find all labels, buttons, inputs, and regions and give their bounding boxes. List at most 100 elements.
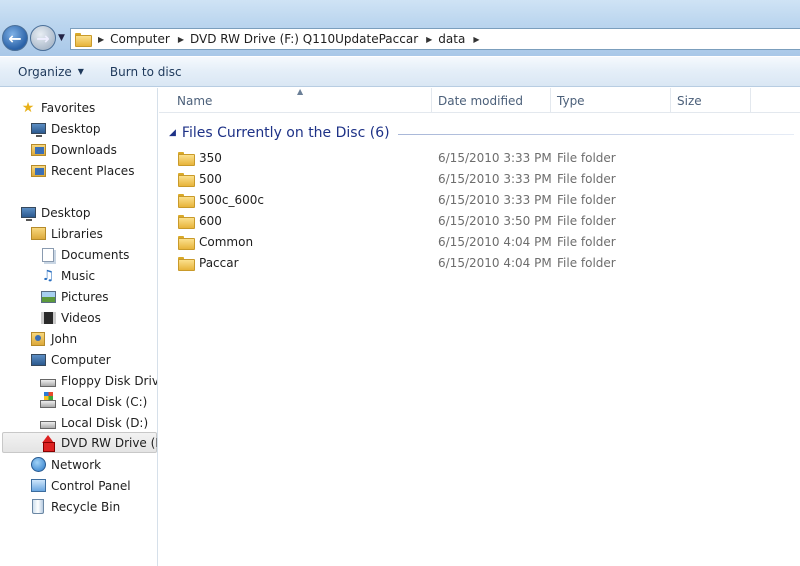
nav-label: Floppy Disk Drive ( (61, 373, 157, 388)
file-type: File folder (557, 213, 616, 228)
film-strip-icon (40, 311, 56, 324)
file-name: 500 (199, 171, 222, 186)
recent-pages-dropdown-icon[interactable]: ▼ (58, 33, 65, 43)
libraries-icon (30, 227, 46, 240)
nav-favorites-desktop[interactable]: Desktop (30, 118, 101, 139)
nav-label: Videos (61, 310, 101, 325)
collapse-arrow-icon[interactable]: ◢ (169, 128, 176, 138)
column-header-name[interactable]: Name (171, 88, 432, 113)
chevron-right-icon[interactable]: ▶ (178, 35, 184, 44)
file-row[interactable]: Common 6/15/2010 4:04 PM File folder (159, 231, 800, 252)
nav-local-disk-d[interactable]: Local Disk (D:) (40, 412, 148, 433)
nav-favorites[interactable]: ★ Favorites (20, 97, 96, 118)
folder-icon (178, 172, 195, 187)
back-arrow-icon: ← (8, 28, 22, 48)
nav-label: Desktop (51, 121, 101, 136)
folder-icon (75, 33, 92, 47)
nav-label: Network (51, 457, 102, 472)
nav-control-panel[interactable]: Control Panel (30, 475, 131, 496)
recycle-bin-icon (32, 499, 44, 514)
file-date: 6/15/2010 3:33 PM (438, 192, 552, 207)
organize-button[interactable]: Organize ▼ (10, 65, 92, 79)
file-name: Common (199, 234, 254, 249)
file-name: Paccar (199, 255, 239, 270)
folder-icon (178, 235, 195, 250)
chevron-right-icon[interactable]: ▶ (98, 35, 104, 44)
column-label: Type (557, 93, 585, 108)
file-row[interactable]: 600 6/15/2010 3:50 PM File folder (159, 210, 800, 231)
nav-label: DVD RW Drive (F:) (61, 435, 157, 450)
column-header-type[interactable]: Type (551, 88, 671, 113)
desktop-icon (30, 123, 46, 137)
windows-drive-icon (40, 391, 56, 408)
file-row[interactable]: 350 6/15/2010 3:33 PM File folder (159, 147, 800, 168)
nav-recycle-bin[interactable]: Recycle Bin (30, 496, 120, 517)
file-row[interactable]: 500c_600c 6/15/2010 3:33 PM File folder (159, 189, 800, 210)
nav-label: Recycle Bin (51, 499, 121, 514)
network-globe-icon (30, 457, 46, 472)
file-list-pane[interactable]: ▲ Name Date modified Type Size ◢ Files C… (159, 87, 800, 566)
forward-button[interactable]: → (30, 25, 56, 51)
chevron-right-icon[interactable]: ▶ (426, 35, 432, 44)
nav-pictures[interactable]: Pictures (40, 286, 109, 307)
group-header[interactable]: ◢ Files Currently on the Disc (6) (169, 123, 794, 143)
documents-icon (42, 247, 54, 262)
floppy-drive-icon (40, 378, 56, 387)
nav-computer[interactable]: Computer (30, 349, 111, 370)
file-date: 6/15/2010 3:33 PM (438, 171, 552, 186)
navigation-pane[interactable]: ★ Favorites Desktop Downloads Recent Pla… (0, 88, 158, 566)
column-label: Size (677, 93, 702, 108)
star-icon: ★ (21, 99, 35, 116)
forward-arrow-icon: → (36, 28, 50, 48)
group-title: Files Currently on the Disc (6) (181, 125, 390, 141)
recent-places-icon (30, 164, 46, 177)
nav-recent-places[interactable]: Recent Places (30, 160, 134, 181)
pictures-icon (40, 290, 56, 303)
nav-john[interactable]: John (30, 328, 77, 349)
chevron-down-icon: ▼ (77, 67, 84, 76)
nav-local-disk-c[interactable]: Local Disk (C:) (40, 391, 147, 412)
nav-label: Local Disk (C:) (61, 394, 148, 409)
file-date: 6/15/2010 4:04 PM (438, 234, 552, 249)
file-row[interactable]: Paccar 6/15/2010 4:04 PM File folder (159, 252, 800, 273)
file-row[interactable]: 500 6/15/2010 3:33 PM File folder (159, 168, 800, 189)
file-type: File folder (557, 171, 616, 186)
nav-music[interactable]: ♫ Music (40, 265, 95, 286)
nav-label: Local Disk (D:) (61, 415, 149, 430)
command-bar: Organize ▼ Burn to disc (0, 57, 800, 87)
nav-desktop[interactable]: Desktop (20, 202, 91, 223)
breadcrumb-computer[interactable]: Computer (110, 32, 170, 46)
column-headers: ▲ Name Date modified Type Size (159, 87, 800, 113)
chevron-right-icon[interactable]: ▶ (473, 35, 479, 44)
folder-icon (178, 214, 195, 229)
file-name: 600 (199, 213, 222, 228)
column-header-size[interactable]: Size (671, 88, 751, 113)
user-folder-icon (31, 331, 45, 346)
nav-dvd-drive[interactable]: DVD RW Drive (F:) (2, 432, 157, 453)
nav-documents[interactable]: Documents (40, 244, 129, 265)
column-header-date-modified[interactable]: Date modified (432, 88, 551, 113)
burn-to-disc-button[interactable]: Burn to disc (102, 65, 190, 79)
nav-downloads[interactable]: Downloads (30, 139, 117, 160)
nav-label: Music (61, 268, 96, 283)
nav-floppy-drive[interactable]: Floppy Disk Drive ( (40, 370, 157, 391)
nav-label: Documents (61, 247, 130, 262)
column-label: Name (177, 93, 213, 108)
column-label: Date modified (438, 93, 524, 108)
address-bar[interactable]: ▶ Computer ▶ DVD RW Drive (F:) Q110Updat… (70, 28, 800, 50)
dvd-drive-icon (40, 434, 56, 452)
computer-icon (30, 353, 46, 366)
title-bar: ← → ▼ ▶ Computer ▶ DVD RW Drive (F:) Q11… (0, 0, 800, 56)
folder-icon (178, 193, 195, 208)
nav-videos[interactable]: Videos (40, 307, 101, 328)
nav-libraries[interactable]: Libraries (30, 223, 103, 244)
breadcrumb-dvd-drive[interactable]: DVD RW Drive (F:) Q110UpdatePaccar (190, 32, 418, 46)
nav-network[interactable]: Network (30, 454, 101, 475)
nav-label: Downloads (51, 142, 117, 157)
file-type: File folder (557, 150, 616, 165)
organize-label: Organize (18, 64, 72, 79)
back-button[interactable]: ← (2, 25, 28, 51)
nav-label: Control Panel (51, 478, 131, 493)
downloads-folder-icon (30, 143, 46, 156)
breadcrumb-data[interactable]: data (438, 32, 465, 46)
